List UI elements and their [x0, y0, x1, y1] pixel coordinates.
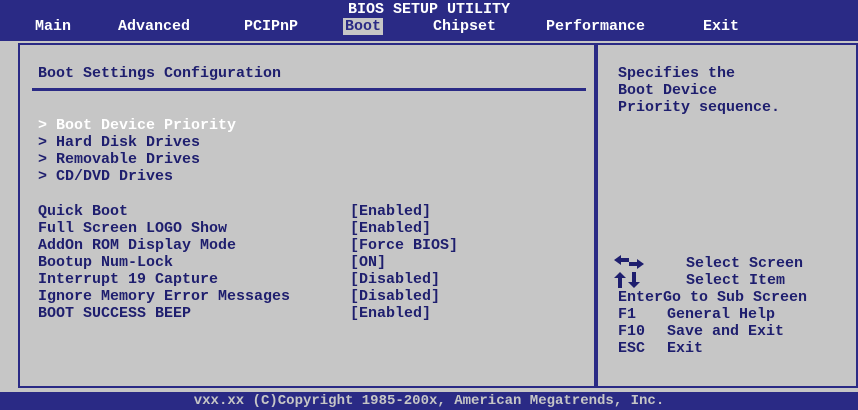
submenu-boot-device-priority[interactable]: > Boot Device Priority [38, 117, 236, 134]
tab-advanced[interactable]: Advanced [116, 18, 192, 35]
option-value-ignore-memory-errors[interactable]: [Disabled] [350, 288, 440, 305]
option-label-interrupt-19: Interrupt 19 Capture [38, 271, 219, 288]
option-label-bootup-num-lock: Bootup Num-Lock [38, 254, 174, 271]
option-value-full-screen-logo[interactable]: [Enabled] [350, 220, 431, 237]
option-value-boot-success-beep[interactable]: [Enabled] [350, 305, 431, 322]
hint-go-to-sub-screen: Go to Sub Screen [663, 289, 808, 306]
option-label-addon-rom-display: AddOn ROM Display Mode [38, 237, 237, 254]
option-value-addon-rom-display[interactable]: [Force BIOS] [350, 237, 458, 254]
section-divider [32, 88, 586, 91]
tab-performance[interactable]: Performance [544, 18, 647, 35]
hint-key-f1: F1 [618, 306, 637, 323]
copyright-footer: vxx.xx (C)Copyright 1985-200x, American … [0, 392, 858, 410]
up-down-arrows-icon [614, 272, 642, 289]
hint-key-esc: ESC [618, 340, 646, 357]
hint-select-item: Select Item [686, 272, 786, 289]
hint-key-f10: F10 [618, 323, 646, 340]
option-value-quick-boot[interactable]: [Enabled] [350, 203, 431, 220]
section-title: Boot Settings Configuration [38, 65, 282, 82]
hint-select-screen: Select Screen [686, 255, 804, 272]
settings-panel: Boot Settings Configuration > Boot Devic… [18, 43, 596, 388]
tab-boot[interactable]: Boot [343, 18, 384, 35]
hint-exit: Exit [667, 340, 704, 357]
top-menu-bar: BIOS SETUP UTILITY Main Advanced PCIPnP … [0, 0, 858, 41]
option-value-interrupt-19[interactable]: [Disabled] [350, 271, 440, 288]
submenu-cd-dvd-drives[interactable]: > CD/DVD Drives [38, 168, 173, 185]
option-label-quick-boot: Quick Boot [38, 203, 129, 220]
help-panel: Specifies the Boot Device Priority seque… [596, 43, 858, 388]
tab-chipset[interactable]: Chipset [431, 18, 498, 35]
submenu-hard-disk-drives[interactable]: > Hard Disk Drives [38, 134, 200, 151]
tab-pcipnp[interactable]: PCIPnP [242, 18, 300, 35]
left-right-arrows-icon [614, 255, 646, 270]
hint-general-help: General Help [667, 306, 776, 323]
help-text: Specifies the Boot Device Priority seque… [618, 65, 781, 116]
option-label-full-screen-logo: Full Screen LOGO Show [38, 220, 228, 237]
option-label-boot-success-beep: BOOT SUCCESS BEEP [38, 305, 192, 322]
hint-save-and-exit: Save and Exit [667, 323, 785, 340]
option-label-ignore-memory-errors: Ignore Memory Error Messages [38, 288, 291, 305]
tab-exit[interactable]: Exit [701, 18, 741, 35]
tab-main[interactable]: Main [33, 18, 73, 35]
submenu-removable-drives[interactable]: > Removable Drives [38, 151, 200, 168]
hint-key-enter: Enter [618, 289, 664, 306]
utility-title: BIOS SETUP UTILITY [347, 1, 511, 18]
option-value-bootup-num-lock[interactable]: [ON] [350, 254, 386, 271]
